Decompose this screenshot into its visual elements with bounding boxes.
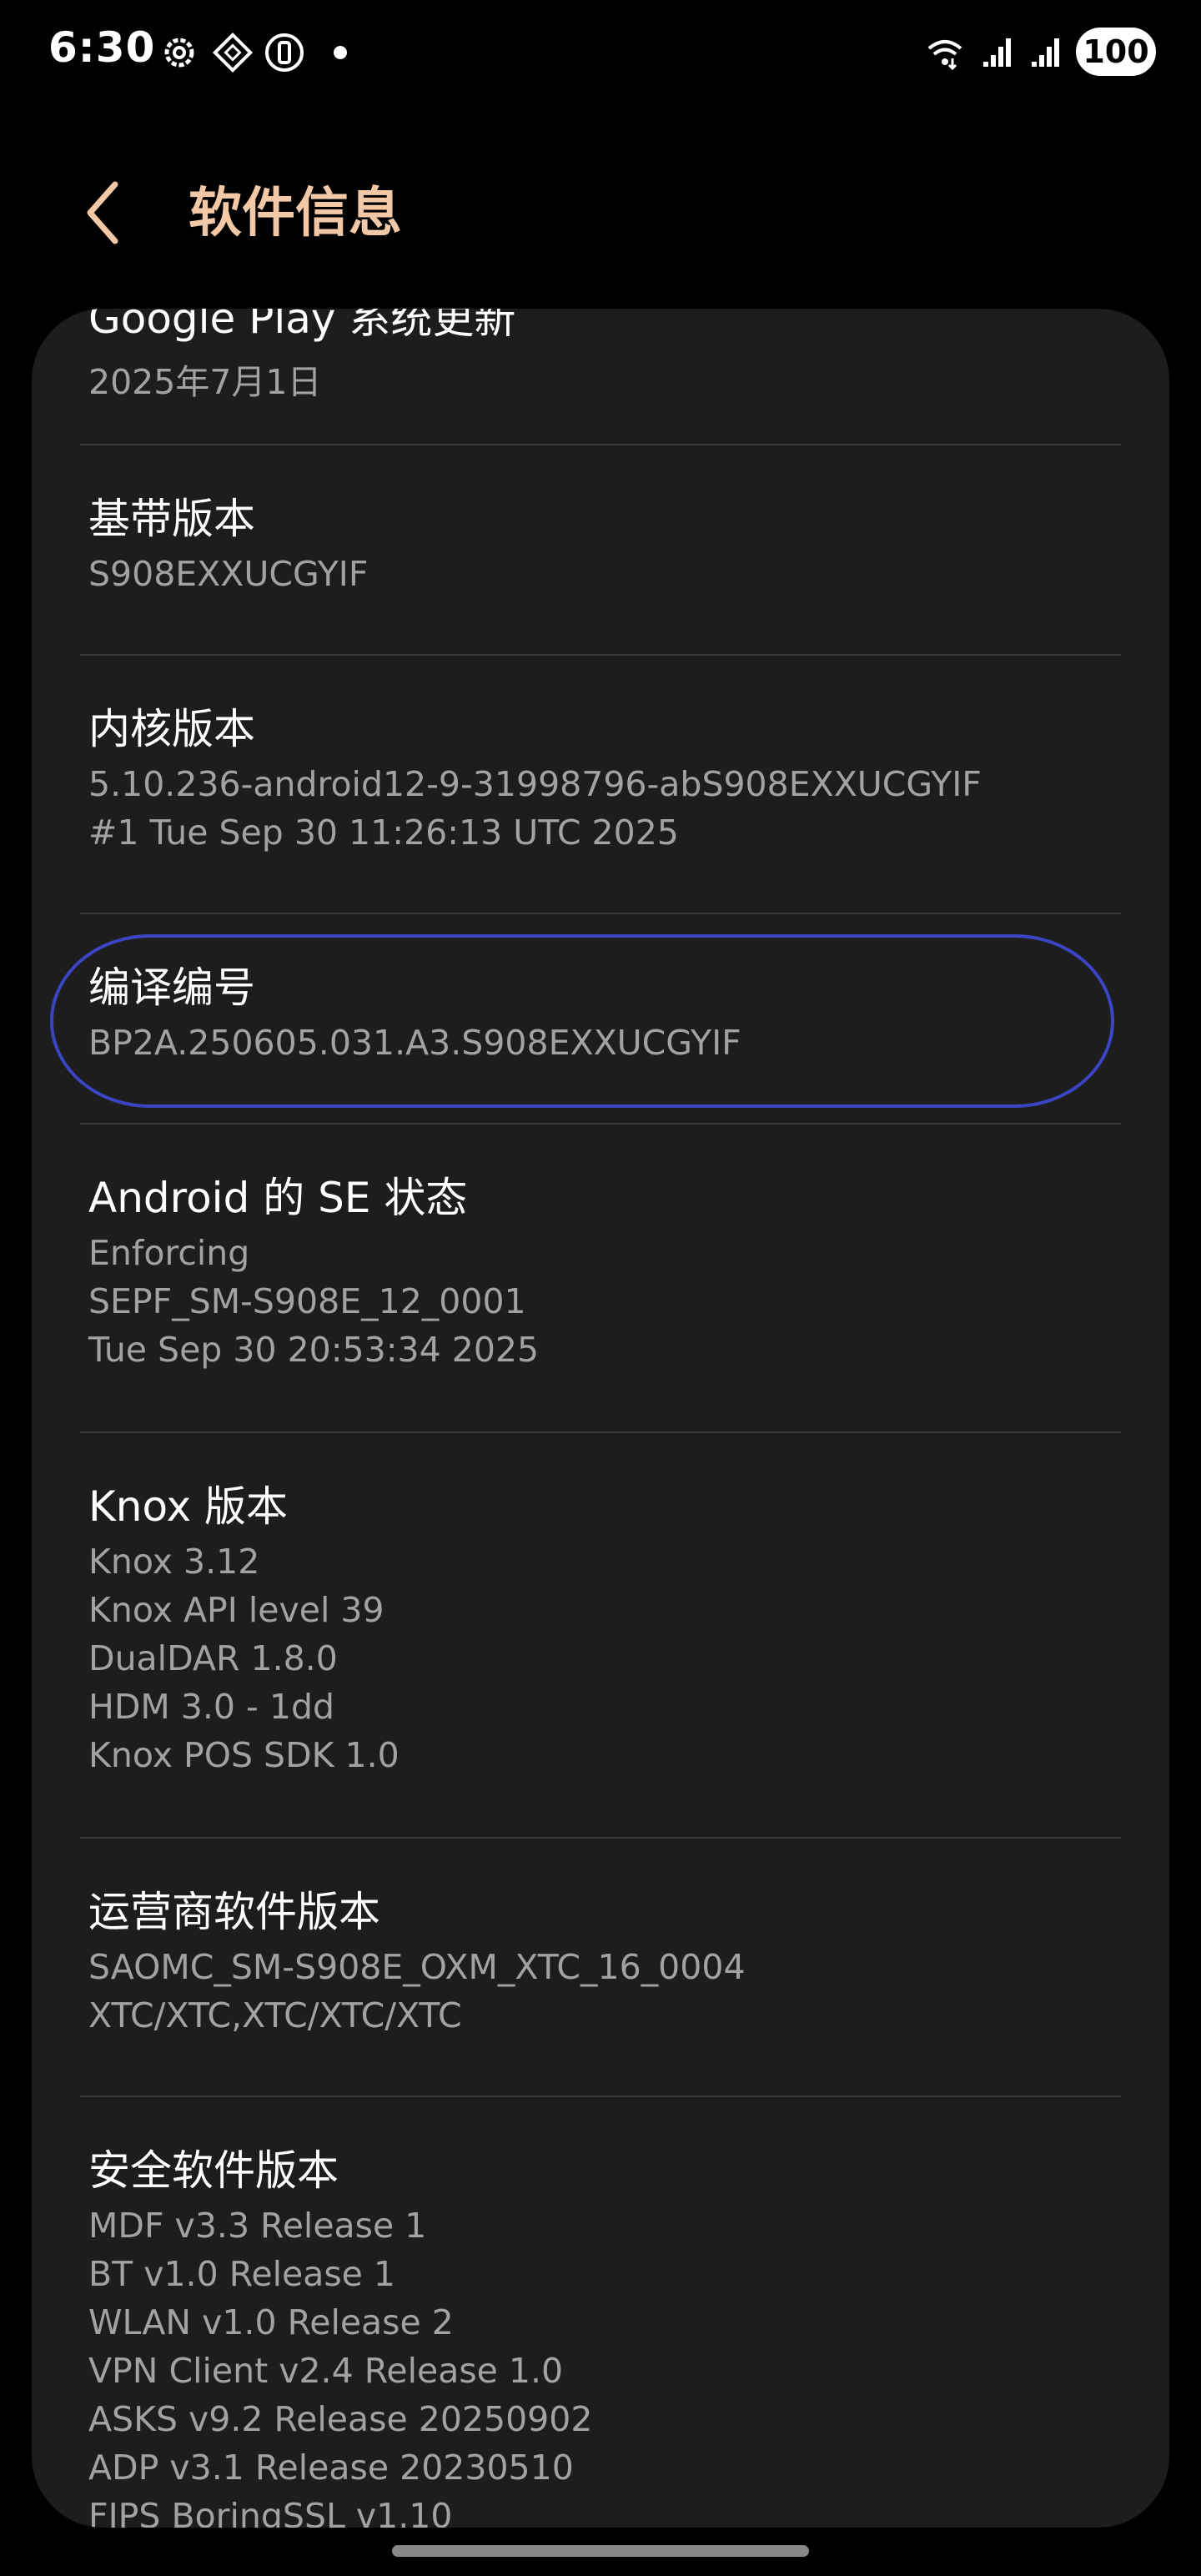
item-value: MDF v3.3 Release 1 [88,2206,427,2246]
diamond-icon [212,32,254,73]
divider [80,654,1121,656]
item-value: Tue Sep 30 20:53:34 2025 [88,1330,540,1370]
page-title: 软件信息 [188,183,402,244]
item-title: 编译编号 [88,963,255,1012]
divider [80,1431,1121,1433]
item-value: ASKS v9.2 Release 20250902 [88,2399,593,2439]
home-indicator[interactable] [392,2545,809,2557]
status-time: 6:30 [48,23,156,72]
item-value: S908EXXUCGYIF [88,554,369,594]
item-value: Enforcing [88,1233,250,1273]
item-value: SAOMC_SM-S908E_OXM_XTC_16_0004 [88,1947,746,1987]
item-value: #1 Tue Sep 30 11:26:13 UTC 2025 [88,813,679,853]
wifi-calling-icon [927,40,962,70]
item-value: Knox 3.12 [88,1542,260,1582]
item-title: 内核版本 [88,705,255,753]
gear-icon [164,38,194,68]
item-value: Knox API level 39 [88,1590,384,1630]
item-value: HDM 3.0 - 1dd [88,1687,335,1727]
item-value: WLAN v1.0 Release 2 [88,2302,454,2342]
item-title: 安全软件版本 [88,2146,339,2195]
signal-icon [983,38,1011,67]
item-value: XTC/XTC,XTC/XTC/XTC [88,1995,462,2035]
item-value: 5.10.236-android12-9-31998796-abS908EXXU… [88,764,982,804]
software-info-card[interactable]: Google Play 系统更新 2025年7月1日 基带版本 S908EXXU… [32,309,1169,2528]
item-title: 运营商软件版本 [88,1888,380,1936]
item-value: ADP v3.1 Release 20230510 [88,2448,574,2488]
battery-indicator: 100 [1076,28,1156,76]
item-title: 基带版本 [88,495,255,543]
item-title: Google Play 系统更新 [88,309,516,343]
divider [80,913,1121,914]
item-value: DualDAR 1.8.0 [88,1638,338,1678]
status-bar: 6:30 100 [0,0,1201,108]
divider [80,1837,1121,1839]
divider [80,1123,1121,1124]
item-value: VPN Client v2.4 Release 1.0 [88,2351,564,2391]
item-value: FIPS BoringSSL v1.10 [88,2496,453,2528]
vibrate-icon [265,33,304,72]
item-value: Knox POS SDK 1.0 [88,1735,399,1775]
item-value: SEPF_SM-S908E_12_0001 [88,1281,526,1321]
item-title: Knox 版本 [88,1482,289,1531]
back-button[interactable] [83,175,133,250]
item-value: 2025年7月1日 [88,362,322,402]
chevron-left-icon [87,181,118,244]
divider [80,444,1121,445]
item-title: Android 的 SE 状态 [88,1174,468,1222]
notification-dot [334,46,347,59]
item-value: BP2A.250605.031.A3.S908EXXUCGYIF [88,1023,741,1063]
item-value: BT v1.0 Release 1 [88,2254,396,2294]
signal-icon-2 [1032,38,1059,67]
divider [80,2096,1121,2097]
